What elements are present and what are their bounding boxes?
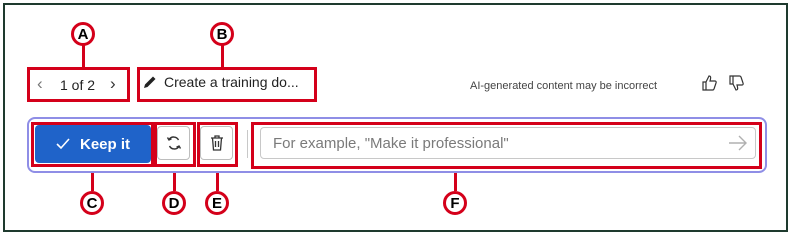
- callout-a: A: [71, 22, 95, 46]
- highlight-c-keep: [31, 122, 154, 167]
- thumbs-up-icon[interactable]: [700, 74, 718, 92]
- callout-b-leader: [221, 44, 224, 67]
- thumbs-down-icon[interactable]: [727, 74, 745, 92]
- highlight-b-title: [137, 67, 317, 102]
- highlight-e-discard: [197, 122, 238, 167]
- callout-e: E: [205, 191, 229, 215]
- toolbar-divider: [247, 130, 248, 158]
- ai-disclaimer: AI-generated content may be incorrect: [470, 80, 658, 92]
- callout-b: B: [210, 22, 234, 46]
- highlight-a-pager: [27, 67, 130, 102]
- callout-f: F: [443, 191, 467, 215]
- highlight-f-prompt: [251, 122, 762, 169]
- highlight-d-regenerate: [154, 122, 196, 167]
- callout-a-leader: [82, 44, 85, 67]
- callout-c: C: [80, 191, 104, 215]
- callout-d: D: [162, 191, 186, 215]
